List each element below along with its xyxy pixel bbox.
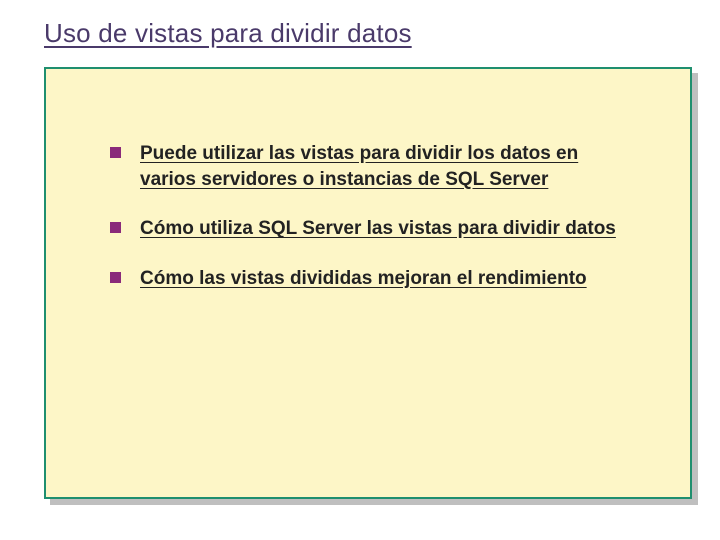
slide: Uso de vistas para dividir datos Puede u… xyxy=(0,0,720,540)
list-item: Cómo utiliza SQL Server las vistas para … xyxy=(110,216,634,242)
list-item: Puede utilizar las vistas para dividir l… xyxy=(110,141,634,192)
list-item: Cómo las vistas divididas mejoran el ren… xyxy=(110,266,634,292)
content-panel-wrap: Puede utilizar las vistas para dividir l… xyxy=(44,67,692,499)
bullet-list: Puede utilizar las vistas para dividir l… xyxy=(110,141,634,292)
slide-title: Uso de vistas para dividir datos xyxy=(44,18,688,49)
content-panel: Puede utilizar las vistas para dividir l… xyxy=(44,67,692,499)
